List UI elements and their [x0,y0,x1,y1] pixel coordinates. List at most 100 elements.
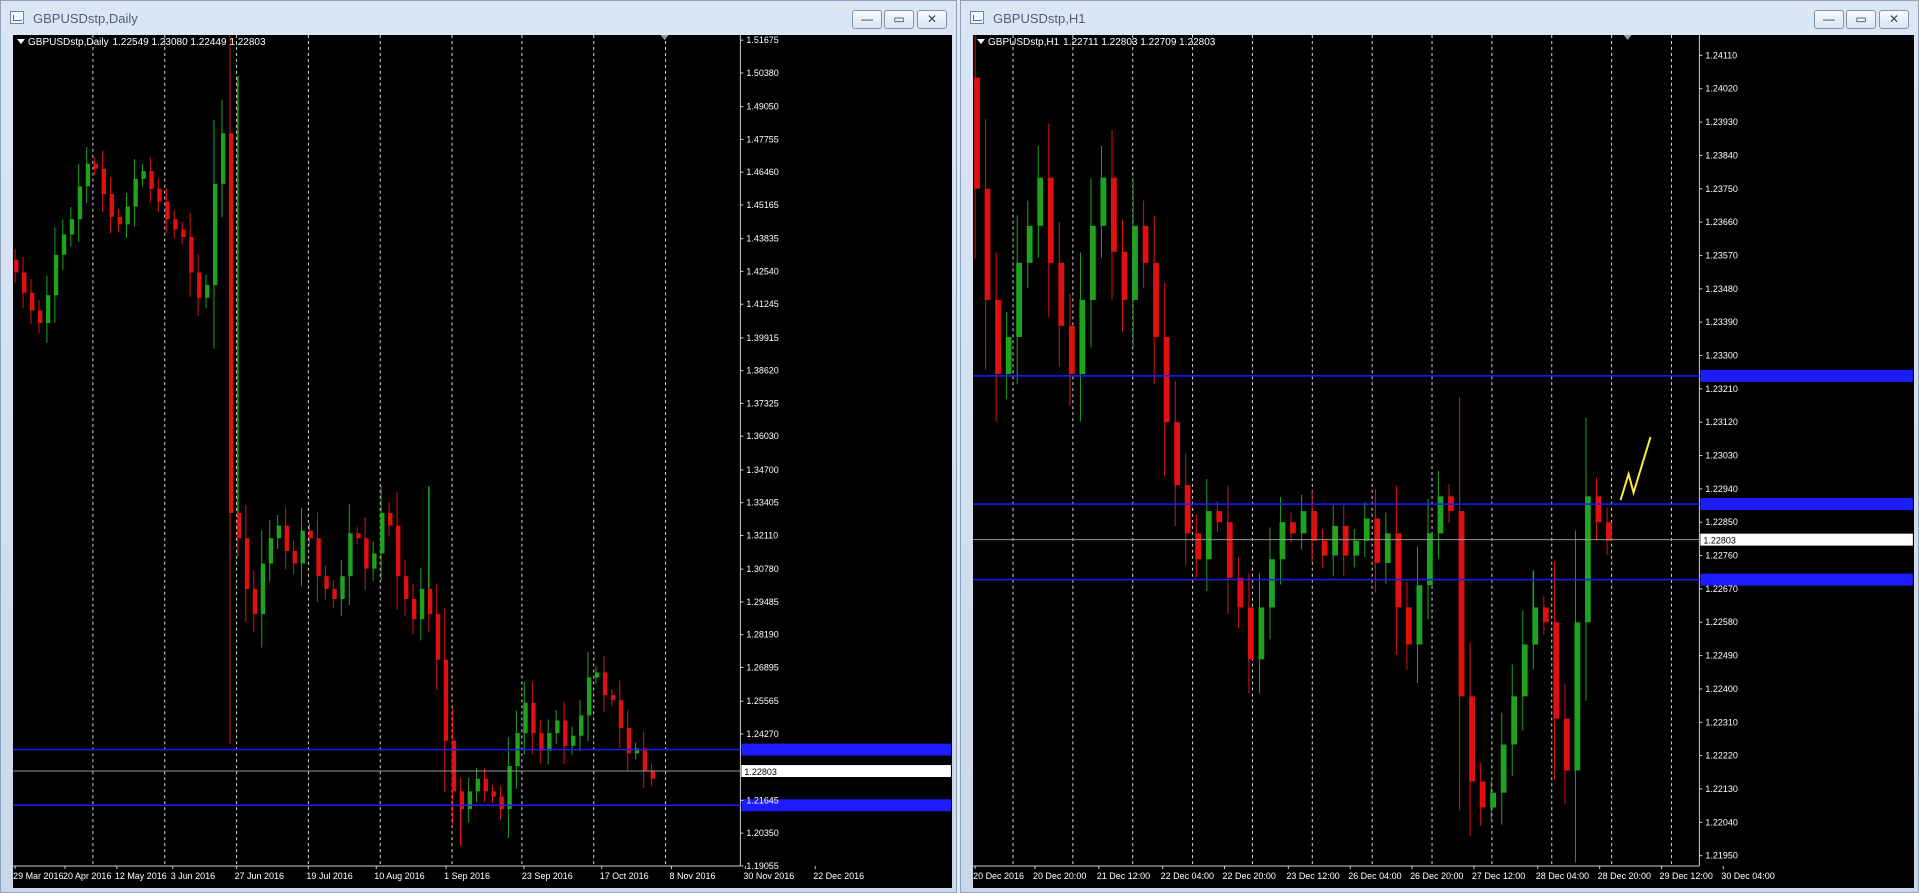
candle-body [411,598,417,620]
candle-body [523,702,528,734]
candle-body [1058,262,1065,326]
candle-body [1490,792,1496,808]
maximize-button[interactable]: ▭ [1846,10,1876,29]
y-tick-label: 1.23300 [1705,350,1737,360]
x-tick-label: 26 Dec 20:00 [1410,871,1463,881]
y-tick-label: 1.49050 [746,102,778,112]
projection-arrow [1619,436,1652,501]
candle-body [571,735,576,746]
candle-body [1353,540,1360,556]
x-tick-label: 8 Nov 2016 [670,871,716,881]
y-tick-label: 1.22130 [1705,784,1737,794]
x-tick-label: 28 Dec 04:00 [1536,871,1589,881]
window-titlebar[interactable]: GBPUSDstp,Daily — ▭ ✕ [1,1,956,35]
candle-body [1184,485,1191,534]
level-price-tag [1700,498,1913,511]
candle-body [642,748,648,772]
chart-window-h1: GBPUSDstp,H1 — ▭ ✕ 1.22803 1.24110 1.24020… [960,0,1919,893]
candle-body [507,766,512,810]
price-chart[interactable]: 1.22803 1.51675 1.50380 1.49050 1.47755 1.464… [13,35,952,888]
candle-body [173,219,178,230]
candle-body [1332,525,1339,556]
y-tick-label: 1.38620 [746,366,778,376]
y-tick-label: 1.21950 [1705,851,1737,861]
x-tick-label: 23 Sep 2016 [522,871,573,881]
candle-body [1521,644,1528,697]
y-tick-label: 1.24110 [1705,50,1737,60]
chart-canvas[interactable]: 1.22803 1.51675 1.50380 1.49050 1.47755 1.464… [13,35,952,888]
candle-body [579,715,584,736]
y-tick-label: 1.30780 [746,564,778,574]
window-titlebar[interactable]: GBPUSDstp,H1 — ▭ ✕ [961,1,1918,35]
candle-body [356,533,361,539]
y-tick-label: 1.23930 [1705,117,1737,127]
close-button[interactable]: ✕ [1879,10,1909,29]
candle-body [181,229,186,238]
candle-body [531,702,536,734]
candle-body [197,272,202,298]
maximize-button[interactable]: ▭ [884,10,914,29]
y-tick-label: 1.22310 [1705,717,1737,727]
candle-body [348,533,353,577]
y-tick-label: 1.23210 [1705,384,1737,394]
minimize-button[interactable]: — [852,10,882,29]
candle-body [555,720,560,734]
candle-body [85,163,91,187]
candle-body [586,677,592,716]
candle-body [1247,607,1254,660]
candle-body [300,530,305,564]
y-tick-label: 1.33405 [746,498,778,508]
candle-body [1142,225,1149,263]
y-tick-label: 1.34700 [746,465,778,475]
y-tick-label: 1.51675 [746,35,778,45]
candle-body [467,791,473,810]
candle-body [1132,225,1138,300]
dropdown-triangle-icon[interactable] [17,39,25,44]
x-tick-label: 30 Dec 04:00 [1721,871,1774,881]
x-tick-label: 30 Nov 2016 [743,871,794,881]
y-tick-label: 1.39915 [746,333,778,343]
candle-body [133,178,138,207]
candle-body [1269,559,1275,608]
chart-shift-marker [660,35,669,40]
current-price-label: 1.22803 [744,767,776,777]
candle-body [995,299,1001,375]
candle-body [1574,622,1581,771]
candle-body [372,553,377,569]
candle-body [244,538,250,589]
dropdown-triangle-icon[interactable] [977,39,985,44]
candle-body [364,538,369,569]
candle-body [1089,225,1096,300]
chart-info-line: GBPUSDstp,Daily 1.22549 1.23080 1.22449 1… [17,37,266,48]
close-button[interactable]: ✕ [917,10,947,29]
candle-body [213,183,218,286]
candle-body [1342,525,1349,556]
price-chart[interactable]: 1.22803 1.24110 1.24020 1.23930 1.23840 1.237… [973,35,1914,888]
candle-body [563,720,568,746]
candle-body [618,700,624,729]
candle-body [1311,511,1317,541]
candle-body [77,186,83,220]
x-tick-label: 29 Dec 12:00 [1659,871,1712,881]
y-tick-label: 1.23750 [1705,184,1737,194]
y-tick-label: 1.32110 [746,530,778,540]
candle-body [1195,533,1202,560]
candle-body [93,163,99,169]
y-tick-label: 1.25565 [746,696,778,706]
candle-body [1416,585,1423,645]
y-tick-label: 1.22760 [1705,551,1737,561]
current-price-label: 1.22803 [1703,536,1735,546]
candle-body [380,512,385,554]
candle-body [340,576,345,599]
candle-body [1363,518,1370,541]
candle-body [419,588,425,620]
candle-body [1595,496,1602,523]
candle-body [1174,422,1181,486]
minimize-button[interactable]: — [1814,10,1844,29]
y-tick-label: 1.21645 [746,795,778,805]
y-tick-label: 1.46460 [746,167,778,177]
chart-canvas[interactable]: 1.22803 1.24110 1.24020 1.23930 1.23840 1.237… [973,35,1914,888]
candle-body [37,310,43,324]
y-tick-label: 1.43835 [746,234,778,244]
chart-window-icon [970,11,984,24]
